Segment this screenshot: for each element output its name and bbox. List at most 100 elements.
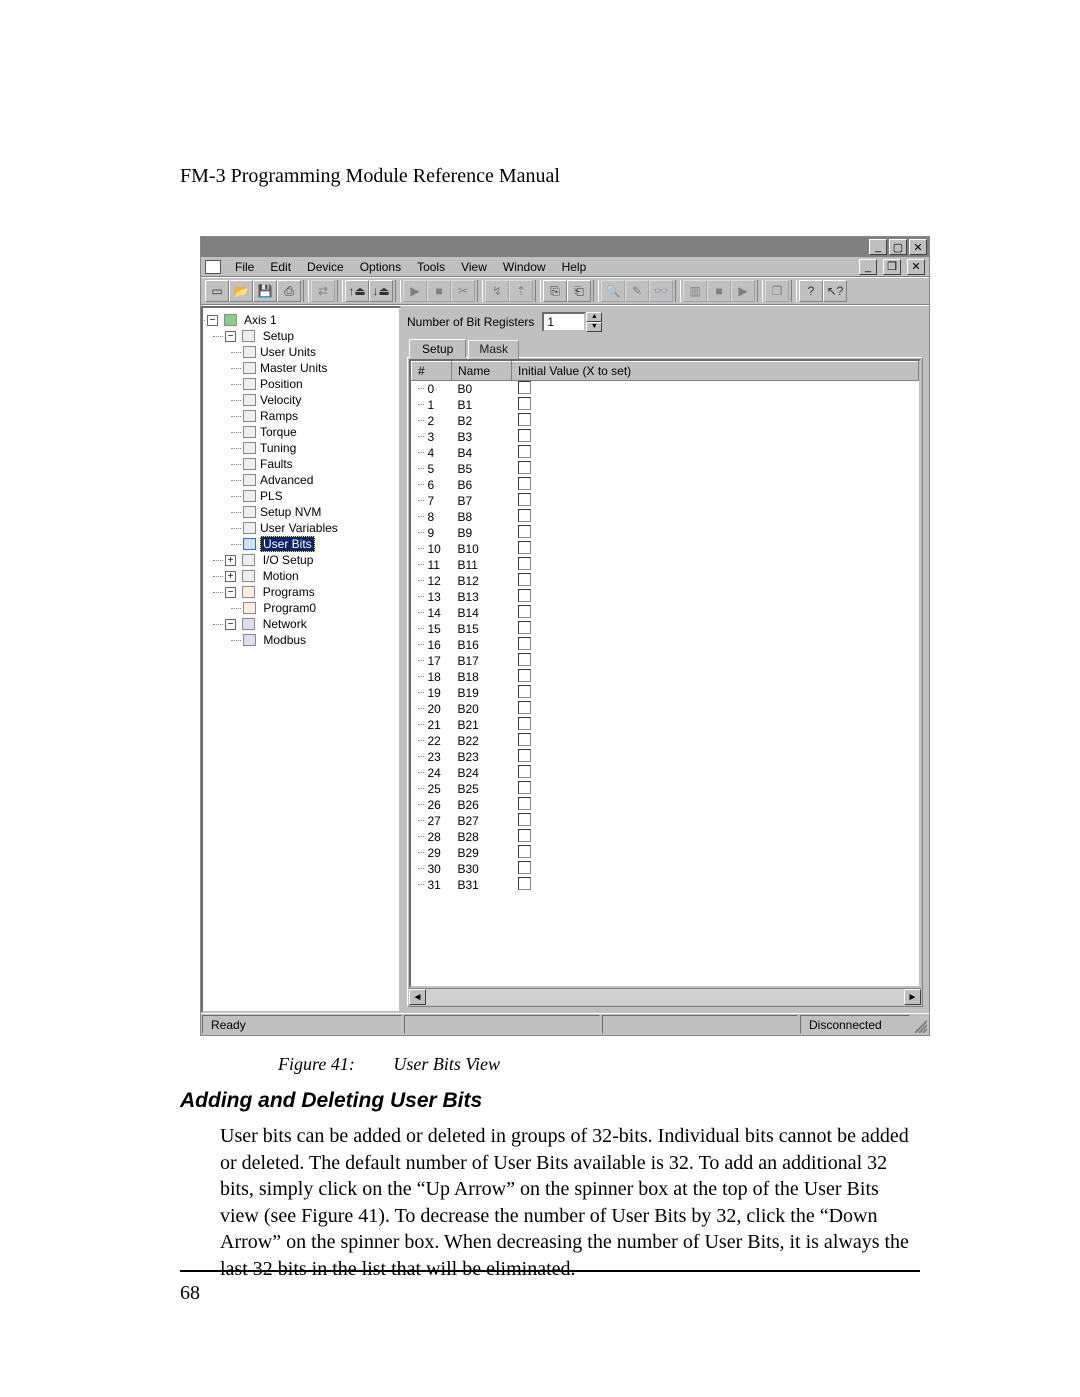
table-row[interactable]: 17B17 (412, 653, 919, 669)
table-row[interactable]: 24B24 (412, 765, 919, 781)
scroll-track[interactable] (426, 989, 904, 1005)
tree-io-setup[interactable]: + I/O Setup (225, 552, 397, 568)
copy-icon[interactable]: ⎘ (543, 280, 567, 302)
bit-name[interactable]: B20 (452, 701, 512, 717)
jog-icon[interactable]: ↯ (485, 280, 509, 302)
table-row[interactable]: 3B3 (412, 429, 919, 445)
whats-this-icon[interactable]: ↖? (823, 280, 847, 302)
spinner-down-arrow-icon[interactable]: ▼ (586, 322, 602, 332)
window-minimize-icon[interactable]: _ (869, 239, 887, 255)
initial-value-checkbox[interactable] (518, 621, 531, 634)
bit-name[interactable]: B19 (452, 685, 512, 701)
open-icon[interactable]: 📂 (229, 280, 253, 302)
mdi-restore-icon[interactable]: ❐ (883, 259, 901, 275)
bit-name[interactable]: B18 (452, 669, 512, 685)
initial-value-checkbox[interactable] (518, 637, 531, 650)
tree-motion[interactable]: + Motion (225, 568, 397, 584)
tree-setup-child[interactable]: Setup NVM (243, 504, 397, 520)
col-header-name[interactable]: Name (452, 362, 512, 381)
initial-value-checkbox[interactable] (518, 461, 531, 474)
windows-icon[interactable]: ❐ (765, 280, 789, 302)
initial-value-checkbox[interactable] (518, 413, 531, 426)
tree-setup-child[interactable]: Tuning (243, 440, 397, 456)
bit-name[interactable]: B2 (452, 413, 512, 429)
scroll-left-icon[interactable]: ◄ (409, 989, 426, 1005)
menu-file[interactable]: File (229, 260, 260, 274)
menu-options[interactable]: Options (354, 260, 407, 274)
table-row[interactable]: 8B8 (412, 509, 919, 525)
table-row[interactable]: 21B21 (412, 717, 919, 733)
initial-value-checkbox[interactable] (518, 749, 531, 762)
table-row[interactable]: 29B29 (412, 845, 919, 861)
bit-name[interactable]: B30 (452, 861, 512, 877)
menu-device[interactable]: Device (301, 260, 350, 274)
bit-name[interactable]: B10 (452, 541, 512, 557)
bit-name[interactable]: B13 (452, 589, 512, 605)
menu-help[interactable]: Help (556, 260, 593, 274)
table-row[interactable]: 1B1 (412, 397, 919, 413)
initial-value-checkbox[interactable] (518, 589, 531, 602)
tree-program0[interactable]: Program0 (243, 600, 397, 616)
tree-setup-child[interactable]: PLS (243, 488, 397, 504)
table-row[interactable]: 20B20 (412, 701, 919, 717)
tree-setup-child[interactable]: Torque (243, 424, 397, 440)
new-icon[interactable]: ▭ (205, 280, 229, 302)
collapse-icon[interactable]: − (225, 587, 236, 598)
initial-value-checkbox[interactable] (518, 653, 531, 666)
initial-value-checkbox[interactable] (518, 701, 531, 714)
mdi-minimize-icon[interactable]: _ (859, 259, 877, 275)
table-row[interactable]: 22B22 (412, 733, 919, 749)
bit-name[interactable]: B0 (452, 381, 512, 398)
initial-value-checkbox[interactable] (518, 781, 531, 794)
download-icon[interactable]: ↓⏏ (369, 280, 393, 302)
wand-icon[interactable]: ✎ (625, 280, 649, 302)
print-icon[interactable]: ⎙ (277, 280, 301, 302)
tab-mask[interactable]: Mask (468, 340, 519, 359)
tree-network[interactable]: − Network Modbus (225, 616, 397, 648)
tree-setup-child[interactable]: User Units (243, 344, 397, 360)
table-row[interactable]: 0B0 (412, 381, 919, 398)
tree-setup-child[interactable]: Faults (243, 456, 397, 472)
bit-name[interactable]: B15 (452, 621, 512, 637)
table-row[interactable]: 23B23 (412, 749, 919, 765)
table-row[interactable]: 30B30 (412, 861, 919, 877)
table-row[interactable]: 27B27 (412, 813, 919, 829)
collapse-icon[interactable]: − (225, 619, 236, 630)
table-row[interactable]: 28B28 (412, 829, 919, 845)
stop-icon[interactable]: ■ (427, 280, 451, 302)
bit-name[interactable]: B25 (452, 781, 512, 797)
tree-setup-child[interactable]: User Variables (243, 520, 397, 536)
tree-setup-child[interactable]: Advanced (243, 472, 397, 488)
expand-icon[interactable]: + (225, 555, 236, 566)
menu-edit[interactable]: Edit (264, 260, 297, 274)
paste-icon[interactable]: ⎗ (567, 280, 591, 302)
initial-value-checkbox[interactable] (518, 605, 531, 618)
bit-name[interactable]: B3 (452, 429, 512, 445)
bit-name[interactable]: B17 (452, 653, 512, 669)
initial-value-checkbox[interactable] (518, 557, 531, 570)
table-row[interactable]: 2B2 (412, 413, 919, 429)
bit-registers-input[interactable] (542, 312, 586, 332)
tree-setup-child[interactable]: Master Units (243, 360, 397, 376)
window-maximize-icon[interactable]: ▢ (889, 239, 907, 255)
play-icon[interactable]: ▶ (731, 280, 755, 302)
tree-setup-child[interactable]: User Bits (243, 536, 397, 552)
bit-name[interactable]: B23 (452, 749, 512, 765)
table-row[interactable]: 11B11 (412, 557, 919, 573)
table-row[interactable]: 14B14 (412, 605, 919, 621)
col-header-number[interactable]: # (412, 362, 452, 381)
bit-name[interactable]: B11 (452, 557, 512, 573)
initial-value-checkbox[interactable] (518, 877, 531, 890)
scroll-right-icon[interactable]: ► (904, 989, 921, 1005)
initial-value-checkbox[interactable] (518, 381, 531, 394)
scope-icon[interactable]: ▥ (683, 280, 707, 302)
bit-name[interactable]: B27 (452, 813, 512, 829)
save-icon[interactable]: 💾 (253, 280, 277, 302)
collapse-icon[interactable]: − (225, 331, 236, 342)
run-icon[interactable]: ▶ (403, 280, 427, 302)
initial-value-checkbox[interactable] (518, 845, 531, 858)
bit-name[interactable]: B21 (452, 717, 512, 733)
initial-value-checkbox[interactable] (518, 477, 531, 490)
bit-name[interactable]: B26 (452, 797, 512, 813)
find-icon[interactable]: 🔍 (601, 280, 625, 302)
